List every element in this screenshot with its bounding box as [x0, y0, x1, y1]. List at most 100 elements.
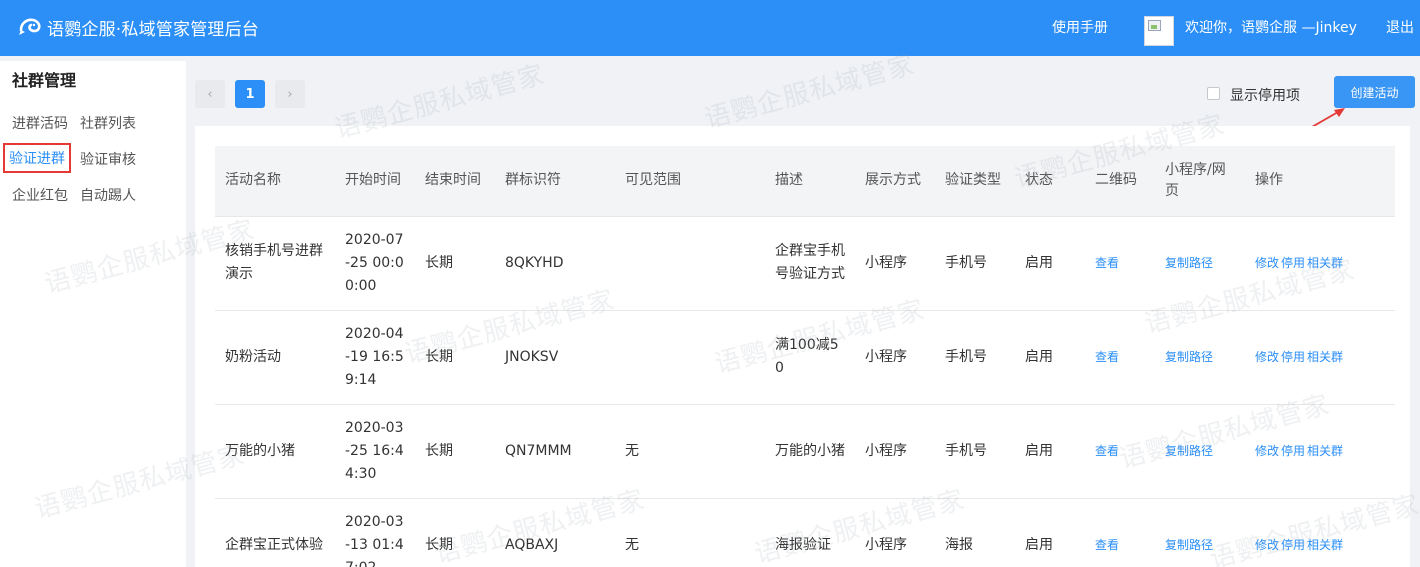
column-header: 开始时间 — [335, 146, 415, 216]
related-groups-link[interactable]: 相关群 — [1307, 444, 1343, 458]
status-text: 启用 — [1015, 497, 1085, 567]
visible-scope — [615, 215, 765, 310]
pager-prev-button[interactable]: ‹ — [195, 80, 225, 108]
sidebar: 社群管理 进群活码 社群列表 验证进群 验证审核 企业红包 自动踢人 — [0, 61, 186, 567]
end-time: 长期 — [415, 215, 495, 310]
pager-next-button[interactable]: › — [275, 80, 305, 108]
display-mode: 小程序 — [855, 497, 935, 567]
description: 万能的小猪 — [765, 403, 855, 498]
table-row: 奶粉活动 2020-04-19 16:59:14 长期 JNOKSV 满100减… — [215, 309, 1395, 404]
column-header: 描述 — [765, 146, 855, 216]
visible-scope: 无 — [615, 497, 765, 567]
related-groups-link[interactable]: 相关群 — [1307, 350, 1343, 364]
path-cell: 复制路径 — [1155, 309, 1245, 404]
sidebar-item-red-packet[interactable]: 企业红包 — [12, 185, 68, 205]
status-text: 启用 — [1015, 403, 1085, 498]
verify-type: 海报 — [935, 497, 1015, 567]
end-time: 长期 — [415, 403, 495, 498]
display-mode: 小程序 — [855, 215, 935, 310]
avatar[interactable] — [1144, 16, 1174, 46]
sidebar-item-auto-kick[interactable]: 自动踢人 — [80, 185, 136, 205]
edit-link[interactable]: 修改 — [1255, 350, 1279, 364]
start-time: 2020-03-13 01:47:02 — [335, 497, 415, 567]
column-header: 活动名称 — [215, 146, 335, 216]
end-time: 长期 — [415, 497, 495, 567]
verify-type: 手机号 — [935, 215, 1015, 310]
sidebar-item-qr-invite[interactable]: 进群活码 — [12, 113, 68, 133]
watermark-text: 语鹦企服私域管家 — [701, 49, 918, 135]
display-mode: 小程序 — [855, 403, 935, 498]
column-header: 结束时间 — [415, 146, 495, 216]
activity-name: 万能的小猪 — [215, 403, 335, 498]
group-tag: QN7MMM — [495, 403, 615, 498]
related-groups-link[interactable]: 相关群 — [1307, 538, 1343, 552]
sidebar-item-group-list[interactable]: 社群列表 — [80, 113, 136, 133]
column-header: 小程序/网页 — [1155, 146, 1245, 216]
related-groups-link[interactable]: 相关群 — [1307, 256, 1343, 270]
logo[interactable]: 语鹦企服·私域管家管理后台 — [18, 15, 260, 40]
start-time: 2020-03-25 16:44:30 — [335, 403, 415, 498]
description: 满100减50 — [765, 309, 855, 404]
column-header: 操作 — [1245, 146, 1395, 216]
description: 企群宝手机号验证方式 — [765, 215, 855, 310]
disable-link[interactable]: 停用 — [1281, 538, 1305, 552]
edit-link[interactable]: 修改 — [1255, 256, 1279, 270]
start-time: 2020-07-25 00:00:00 — [335, 215, 415, 310]
column-header: 验证类型 — [935, 146, 1015, 216]
activity-name: 企群宝正式体验 — [215, 497, 335, 567]
qr-cell: 查看 — [1085, 215, 1155, 310]
actions-cell: 修改 停用 相关群 — [1245, 497, 1395, 567]
disable-link[interactable]: 停用 — [1281, 256, 1305, 270]
description: 海报验证 — [765, 497, 855, 567]
path-cell: 复制路径 — [1155, 497, 1245, 567]
sidebar-title: 社群管理 — [12, 71, 77, 90]
column-header: 可见范围 — [615, 146, 765, 216]
path-cell: 复制路径 — [1155, 403, 1245, 498]
pager-page-1[interactable]: 1 — [235, 80, 265, 108]
view-qr-link[interactable]: 查看 — [1095, 256, 1119, 270]
table-header-row: 活动名称 开始时间 结束时间 群标识符 可见范围 描述 展示方式 验证类型 状态… — [215, 146, 1395, 216]
actions-cell: 修改 停用 相关群 — [1245, 215, 1395, 310]
top-header: 语鹦企服·私域管家管理后台 使用手册 欢迎你，语鹦企服 —Jinkey 退出 — [0, 0, 1420, 56]
actions-cell: 修改 停用 相关群 — [1245, 403, 1395, 498]
disable-link[interactable]: 停用 — [1281, 350, 1305, 364]
status-text: 启用 — [1015, 309, 1085, 404]
start-time: 2020-04-19 16:59:14 — [335, 309, 415, 404]
app-title: 语鹦企服·私域管家管理后台 — [47, 19, 260, 40]
view-qr-link[interactable]: 查看 — [1095, 538, 1119, 552]
actions-cell: 修改 停用 相关群 — [1245, 309, 1395, 404]
edit-link[interactable]: 修改 — [1255, 444, 1279, 458]
view-qr-link[interactable]: 查看 — [1095, 444, 1119, 458]
column-header: 展示方式 — [855, 146, 935, 216]
welcome-text: 欢迎你，语鹦企服 —Jinkey — [1185, 20, 1357, 36]
user-manual-link[interactable]: 使用手册 — [1052, 17, 1108, 37]
copy-path-link[interactable]: 复制路径 — [1165, 350, 1213, 364]
activity-table-card: 活动名称 开始时间 结束时间 群标识符 可见范围 描述 展示方式 验证类型 状态… — [195, 126, 1410, 567]
qr-cell: 查看 — [1085, 309, 1155, 404]
activity-name: 核销手机号进群演示 — [215, 215, 335, 310]
sidebar-item-verify-review[interactable]: 验证审核 — [80, 149, 136, 169]
copy-path-link[interactable]: 复制路径 — [1165, 256, 1213, 270]
copy-path-link[interactable]: 复制路径 — [1165, 444, 1213, 458]
table-row: 核销手机号进群演示 2020-07-25 00:00:00 长期 8QKYHD … — [215, 215, 1395, 310]
end-time: 长期 — [415, 309, 495, 404]
logout-link[interactable]: 退出 — [1386, 17, 1414, 37]
broken-image-icon — [1148, 20, 1161, 31]
activity-name: 奶粉活动 — [215, 309, 335, 404]
column-header: 二维码 — [1085, 146, 1155, 216]
copy-path-link[interactable]: 复制路径 — [1165, 538, 1213, 552]
disable-link[interactable]: 停用 — [1281, 444, 1305, 458]
edit-link[interactable]: 修改 — [1255, 538, 1279, 552]
qr-cell: 查看 — [1085, 403, 1155, 498]
table-row: 万能的小猪 2020-03-25 16:44:30 长期 QN7MMM 无 万能… — [215, 403, 1395, 498]
view-qr-link[interactable]: 查看 — [1095, 350, 1119, 364]
display-mode: 小程序 — [855, 309, 935, 404]
group-tag: JNOKSV — [495, 309, 615, 404]
qr-cell: 查看 — [1085, 497, 1155, 567]
show-disabled-checkbox[interactable] — [1207, 87, 1220, 100]
group-tag: 8QKYHD — [495, 215, 615, 310]
visible-scope: 无 — [615, 403, 765, 498]
sidebar-item-verify-join[interactable]: 验证进群 — [3, 143, 71, 173]
column-header: 群标识符 — [495, 146, 615, 216]
table-row: 企群宝正式体验 2020-03-13 01:47:02 长期 AQBAXJ 无 … — [215, 497, 1395, 567]
